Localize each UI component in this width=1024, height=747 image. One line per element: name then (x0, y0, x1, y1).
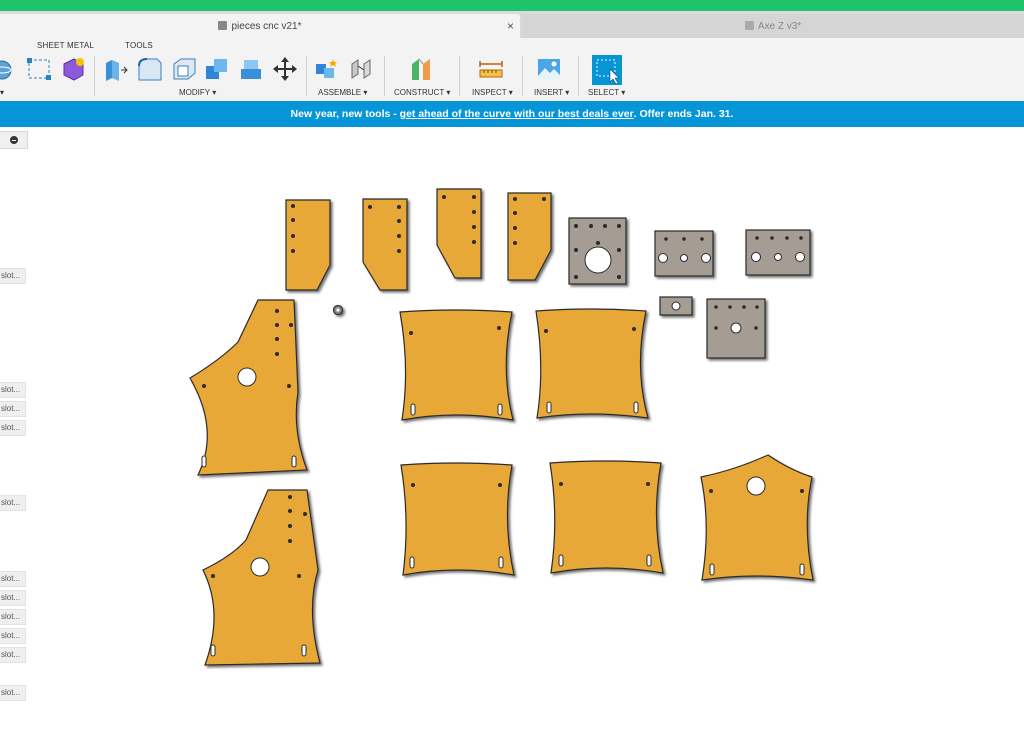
part-plate[interactable] (362, 198, 408, 291)
document-tab-active[interactable]: pieces cnc v21* × (0, 14, 520, 38)
sketch-dimension-icon[interactable] (26, 56, 52, 82)
document-tab-title: Axe Z v3* (757, 20, 802, 32)
sketch-item[interactable]: slot... (0, 647, 26, 663)
toolbar: SHEET METAL TOOLS ▾ MODIFY ▾ ASSEMBLE ▾ (0, 38, 1024, 102)
banner-prefix: New year, new tools - (290, 108, 397, 120)
construct-menu[interactable]: CONSTRUCT ▾ (394, 88, 450, 97)
modify-menu[interactable]: MODIFY ▾ (179, 88, 216, 97)
toolbar-divider (578, 56, 579, 96)
inspect-label: INSPECT (472, 88, 507, 97)
part-plate[interactable] (436, 188, 482, 279)
sketch-item[interactable]: slot... (0, 401, 26, 417)
fillet-icon[interactable] (137, 56, 163, 82)
document-tab-title: pieces cnc v21* (231, 20, 302, 32)
sketch-item[interactable]: slot... (0, 382, 26, 398)
sketch-item[interactable]: slot... (0, 590, 26, 606)
close-tab-icon[interactable]: × (507, 19, 514, 33)
assemble-menu[interactable]: ASSEMBLE ▾ (318, 88, 367, 97)
part-side-plate[interactable] (202, 489, 321, 666)
chevron-down-icon: ▾ (565, 88, 570, 97)
chevron-down-icon: ▾ (446, 88, 451, 97)
part-carriage-plate[interactable] (549, 460, 664, 574)
document-tab-inactive[interactable]: Axe Z v3* (522, 14, 1024, 38)
modify-label: MODIFY (179, 88, 210, 97)
inspect-menu[interactable]: INSPECT ▾ (472, 88, 513, 97)
tab-sheet-metal[interactable]: SHEET METAL (37, 41, 94, 50)
document-tab-strip: pieces cnc v21* × Axe Z v3* (0, 11, 1024, 38)
banner-suffix: . Offer ends Jan. 31. (633, 108, 734, 120)
scale-icon[interactable] (238, 56, 264, 82)
minus-circle-icon (10, 136, 18, 144)
new-component-icon[interactable] (314, 56, 340, 82)
offset-plane-icon[interactable] (409, 56, 435, 82)
combine-icon[interactable] (204, 56, 230, 82)
insert-menu[interactable]: INSERT ▾ (534, 88, 569, 97)
window-top-bar (0, 0, 1024, 11)
toolbar-divider (522, 56, 523, 96)
sketch-item[interactable]: slot... (0, 495, 26, 511)
select-icon[interactable] (592, 55, 622, 85)
component-icon (744, 20, 754, 30)
promo-banner: New year, new tools - get ahead of the c… (0, 101, 1024, 127)
part-carriage-plate[interactable] (400, 462, 515, 576)
chevron-down-icon: ▾ (508, 88, 513, 97)
tab-tools[interactable]: TOOLS (125, 41, 153, 50)
sketch-item[interactable]: slot... (0, 685, 26, 701)
toolbar-divider (94, 56, 95, 96)
select-label: SELECT (588, 88, 619, 97)
part-plate[interactable] (507, 192, 552, 281)
toolbar-divider (459, 56, 460, 96)
sphere-icon[interactable] (0, 56, 16, 82)
sketch-item[interactable]: slot... (0, 420, 26, 436)
shell-icon[interactable] (171, 56, 197, 82)
create-dropdown-arrow[interactable]: ▾ (0, 88, 4, 97)
chevron-down-icon: ▾ (212, 88, 217, 97)
design-canvas[interactable] (0, 127, 1024, 747)
measure-icon[interactable] (478, 56, 504, 82)
toolbar-divider (306, 56, 307, 96)
select-menu[interactable]: SELECT ▾ (588, 88, 625, 97)
insert-image-icon[interactable] (536, 56, 562, 82)
chevron-down-icon: ▾ (621, 88, 626, 97)
browser-collapse-button[interactable] (0, 131, 28, 149)
part-carriage-plate[interactable] (399, 309, 514, 421)
sketch-item[interactable]: slot... (0, 571, 26, 587)
construct-label: CONSTRUCT (394, 88, 445, 97)
chevron-down-icon: ▾ (363, 88, 368, 97)
sketch-item[interactable]: slot... (0, 268, 26, 284)
toolbar-divider (384, 56, 385, 96)
part-plate[interactable] (285, 199, 331, 291)
component-icon (218, 20, 228, 30)
assemble-label: ASSEMBLE (318, 88, 362, 97)
form-icon[interactable] (60, 56, 86, 82)
move-copy-icon[interactable] (272, 56, 298, 82)
sketch-item[interactable]: slot... (0, 628, 26, 644)
insert-label: INSERT (534, 88, 564, 97)
part-carriage-plate[interactable] (535, 308, 649, 419)
sketch-item[interactable]: slot... (0, 609, 26, 625)
part-top-plate[interactable] (700, 454, 814, 581)
press-pull-icon[interactable] (103, 56, 129, 82)
banner-link[interactable]: get ahead of the curve with our best dea… (400, 108, 634, 120)
joint-icon[interactable] (348, 56, 374, 82)
